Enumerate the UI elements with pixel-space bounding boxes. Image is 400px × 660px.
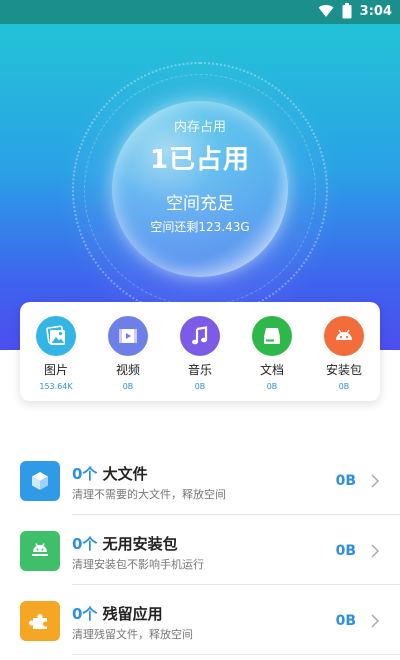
item-name: 无用安装包 <box>102 535 178 553</box>
category-size: 0B <box>266 382 278 391</box>
item-size: 0B <box>335 613 356 629</box>
android-icon <box>324 316 364 356</box>
item-description: 清理残留文件，释放空间 <box>72 628 193 641</box>
item-description: 清理不需要的大文件，释放空间 <box>72 488 226 501</box>
category-size: 0B <box>194 382 206 391</box>
item-size: 0B <box>335 543 356 559</box>
category-size: 153.64K <box>39 382 73 391</box>
puzzle-icon <box>20 601 60 641</box>
used-value: 1已占用 <box>149 145 251 175</box>
category-name: 图片 <box>43 363 68 377</box>
cleanup-item-large-files[interactable]: 0个 大文件 清理不需要的大文件，释放空间 0B <box>0 445 400 515</box>
chevron-right-icon <box>371 474 380 488</box>
category-documents[interactable]: 文档 0B <box>236 302 308 401</box>
category-size: 0B <box>338 382 350 391</box>
category-size: 0B <box>122 382 134 391</box>
item-title: 0个 无用安装包 <box>72 533 178 554</box>
category-name: 音乐 <box>187 363 212 377</box>
category-music[interactable]: 音乐 0B <box>164 302 236 401</box>
android-icon <box>20 531 60 571</box>
category-name: 安装包 <box>325 363 362 377</box>
item-count: 0个 <box>72 535 98 553</box>
item-count: 0个 <box>72 465 98 483</box>
space-remaining: 空间还剩123.43G <box>150 220 250 234</box>
item-description: 清理安装包不影响手机运行 <box>72 558 204 571</box>
chevron-right-icon <box>371 544 380 558</box>
cleanup-list: 0个 大文件 清理不需要的大文件，释放空间 0B 0个 无用安装包 清理安装包不… <box>0 445 400 655</box>
category-video[interactable]: 视频 0B <box>92 302 164 401</box>
cube-icon <box>20 461 60 501</box>
memory-label: 内存占用 <box>173 120 226 135</box>
category-apk[interactable]: 安装包 0B <box>308 302 380 401</box>
battery-icon <box>342 3 352 19</box>
image-icon <box>36 316 76 356</box>
space-status: 空间充足 <box>166 194 234 214</box>
category-name: 视频 <box>115 363 140 377</box>
item-count: 0个 <box>72 605 98 623</box>
wifi-icon <box>318 5 334 18</box>
status-time: 3:04 <box>359 3 392 19</box>
cleanup-item-useless-apk[interactable]: 0个 无用安装包 清理安装包不影响手机运行 0B <box>0 515 400 585</box>
music-icon <box>180 316 220 356</box>
category-images[interactable]: 图片 153.64K <box>20 302 92 401</box>
divider <box>72 654 400 655</box>
category-name: 文档 <box>259 363 284 377</box>
status-icons: 3:04 <box>318 3 392 19</box>
cleanup-item-residual-apps[interactable]: 0个 残留应用 清理残留文件，释放空间 0B <box>0 585 400 655</box>
document-icon <box>252 316 292 356</box>
chevron-right-icon <box>371 614 380 628</box>
item-name: 残留应用 <box>102 605 163 623</box>
item-size: 0B <box>335 473 356 489</box>
category-card: 图片 153.64K 视频 0B 音乐 0B 文档 0B 安装包 0B <box>20 302 380 401</box>
item-title: 0个 残留应用 <box>72 603 163 624</box>
status-bar: 3:04 <box>0 0 400 24</box>
item-name: 大文件 <box>102 465 148 483</box>
item-title: 0个 大文件 <box>72 463 148 484</box>
video-icon <box>108 316 148 356</box>
